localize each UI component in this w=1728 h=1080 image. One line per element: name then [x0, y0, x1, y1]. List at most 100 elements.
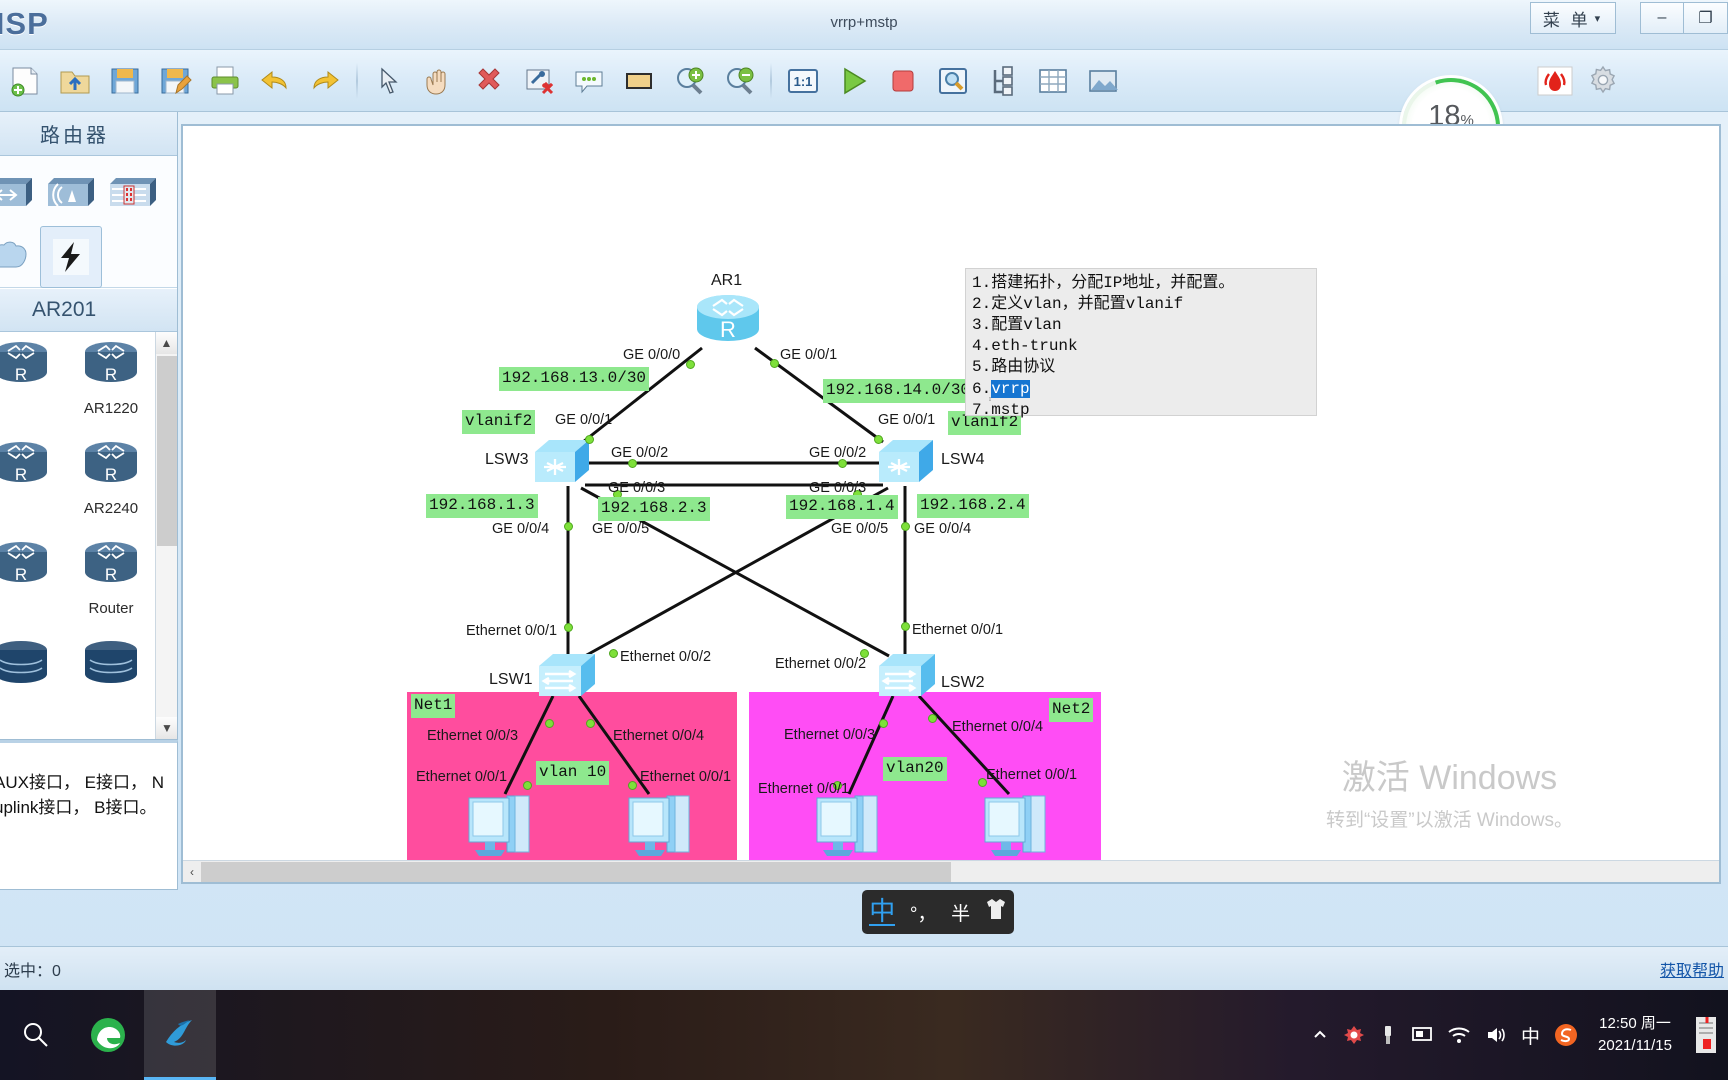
antivirus-icon[interactable]: [1343, 1024, 1365, 1046]
rectangle-icon[interactable]: [614, 56, 664, 106]
cloud-class-icon[interactable]: [0, 226, 40, 288]
capture-packet-icon[interactable]: [928, 56, 978, 106]
interface-label: Ethernet 0/0/4: [952, 719, 1044, 735]
port-dot[interactable]: [564, 522, 573, 531]
firewall-class-icon[interactable]: [102, 164, 164, 226]
ensp-taskbar-icon[interactable]: [144, 990, 216, 1080]
interface-label: GE 0/0/3: [608, 480, 666, 496]
start-device-icon[interactable]: [828, 56, 878, 106]
port-dot[interactable]: [585, 435, 594, 444]
port-dot[interactable]: [609, 649, 618, 658]
stop-device-icon[interactable]: [878, 56, 928, 106]
sogou-icon[interactable]: [1554, 1023, 1578, 1047]
comment-icon[interactable]: [564, 56, 614, 106]
device-PC3[interactable]: [623, 788, 699, 862]
port-dot[interactable]: [523, 781, 532, 790]
zoom-reset-icon[interactable]: 1:1: [778, 56, 828, 106]
restore-button[interactable]: ❐: [1684, 2, 1728, 34]
port-dot[interactable]: [928, 714, 937, 723]
ime-punctuation-icon[interactable]: °，: [910, 899, 937, 926]
screen-icon[interactable]: [1411, 1025, 1433, 1045]
device-label-LSW1: LSW1: [489, 671, 533, 688]
model-item-partial-1[interactable]: R: [0, 338, 66, 438]
chevron-up-icon[interactable]: [1311, 1026, 1329, 1044]
scrollbar-thumb[interactable]: [157, 356, 177, 546]
grid-icon[interactable]: [1028, 56, 1078, 106]
zoom-in-icon[interactable]: [664, 56, 714, 106]
horizontal-scrollbar-thumb[interactable]: [201, 862, 951, 882]
port-dot[interactable]: [564, 623, 573, 632]
usb-icon[interactable]: [1379, 1024, 1397, 1046]
pointer-icon[interactable]: [364, 56, 414, 106]
ime-mode-icon[interactable]: 中: [869, 898, 896, 926]
connection-class-icon[interactable]: [40, 226, 102, 288]
device-library-panel: 路由器 AR201 R R AR1220 R R AR2240 R R Rout…: [0, 112, 178, 890]
notification-icon[interactable]: [1690, 1013, 1720, 1057]
device-PC6[interactable]: [979, 788, 1055, 862]
scroll-left-arrow-icon[interactable]: ‹: [183, 861, 201, 883]
delete-icon[interactable]: [464, 56, 514, 106]
scroll-down-arrow-icon[interactable]: ▼: [156, 717, 177, 739]
device-LSW4[interactable]: [875, 436, 937, 499]
switch-class-icon[interactable]: [0, 164, 40, 226]
minimize-button[interactable]: –: [1640, 2, 1684, 34]
notes-textbox[interactable]: 1.搭建拓扑，分配IP地址，并配置。 2.定义vlan，并配置vlanif 3.…: [965, 268, 1317, 419]
hand-pan-icon[interactable]: [414, 56, 464, 106]
canvas-horizontal-scrollbar[interactable]: ‹: [183, 860, 1719, 882]
thumbnail-icon[interactable]: [1078, 56, 1128, 106]
huawei-logo-icon[interactable]: [1530, 56, 1580, 106]
model-item-AR1220[interactable]: R AR1220: [66, 338, 156, 438]
device-LSW2[interactable]: [875, 650, 939, 713]
port-dot[interactable]: [586, 719, 595, 728]
wireless-class-icon[interactable]: [40, 164, 102, 226]
device-AR1[interactable]: R: [691, 291, 765, 360]
ime-skin-icon[interactable]: [985, 897, 1007, 927]
new-topology-icon[interactable]: [0, 56, 50, 106]
device-LSW1[interactable]: [535, 650, 599, 713]
port-dot[interactable]: [874, 435, 883, 444]
get-help-link[interactable]: 获取帮助: [1660, 957, 1724, 981]
port-dot[interactable]: [879, 719, 888, 728]
port-dot[interactable]: [686, 360, 695, 369]
search-icon[interactable]: [0, 990, 72, 1080]
ime-zh-icon[interactable]: 中: [1521, 1022, 1540, 1049]
save-icon[interactable]: [100, 56, 150, 106]
port-dot[interactable]: [628, 781, 637, 790]
model-item-Router[interactable]: R Router: [66, 538, 156, 638]
port-dot[interactable]: [770, 359, 779, 368]
ime-status-popup[interactable]: 中 °， 半: [862, 890, 1014, 934]
zoom-out-icon[interactable]: [714, 56, 764, 106]
volume-icon[interactable]: [1485, 1025, 1507, 1045]
port-dot[interactable]: [901, 522, 910, 531]
port-dot[interactable]: [901, 622, 910, 631]
model-item-AR2240[interactable]: R AR2240: [66, 438, 156, 538]
taskbar-clock[interactable]: 12:50 周一 2021/11/15: [1598, 1013, 1672, 1057]
svg-text:R: R: [15, 565, 27, 584]
ime-width-icon[interactable]: 半: [951, 899, 970, 926]
menu-button[interactable]: 菜 单 ▾: [1530, 2, 1616, 34]
model-list: R R AR1220 R R AR2240 R R Router ▲ ▼: [0, 332, 177, 740]
device-LSW3[interactable]: [531, 436, 593, 499]
model-item-partial-3[interactable]: R: [0, 538, 66, 638]
open-folder-icon[interactable]: [50, 56, 100, 106]
port-dot[interactable]: [545, 719, 554, 728]
model-item-partial-2[interactable]: R: [0, 438, 66, 538]
undo-icon[interactable]: [250, 56, 300, 106]
settings-gear-icon[interactable]: [1578, 56, 1628, 106]
device-PC4[interactable]: [811, 788, 887, 862]
model-list-scrollbar[interactable]: ▲ ▼: [155, 332, 177, 739]
model-item-partial-5[interactable]: [66, 638, 156, 738]
delete-link-icon[interactable]: [514, 56, 564, 106]
wifi-icon[interactable]: [1447, 1025, 1471, 1045]
interface-label: Ethernet 0/0/1: [758, 781, 850, 797]
clock-date: 2021/11/15: [1598, 1037, 1672, 1054]
save-as-icon[interactable]: [150, 56, 200, 106]
edge-browser-icon[interactable]: [72, 990, 144, 1080]
model-item-partial-4[interactable]: [0, 638, 66, 738]
topology-tree-icon[interactable]: [978, 56, 1028, 106]
redo-icon[interactable]: [300, 56, 350, 106]
scroll-up-arrow-icon[interactable]: ▲: [156, 332, 177, 354]
print-icon[interactable]: [200, 56, 250, 106]
device-PC2[interactable]: [463, 788, 539, 862]
topology-canvas[interactable]: R AR1 LSW3 LSW4 LSW1 LSW2 GE 0/0/0 GE 0/…: [183, 126, 1703, 862]
